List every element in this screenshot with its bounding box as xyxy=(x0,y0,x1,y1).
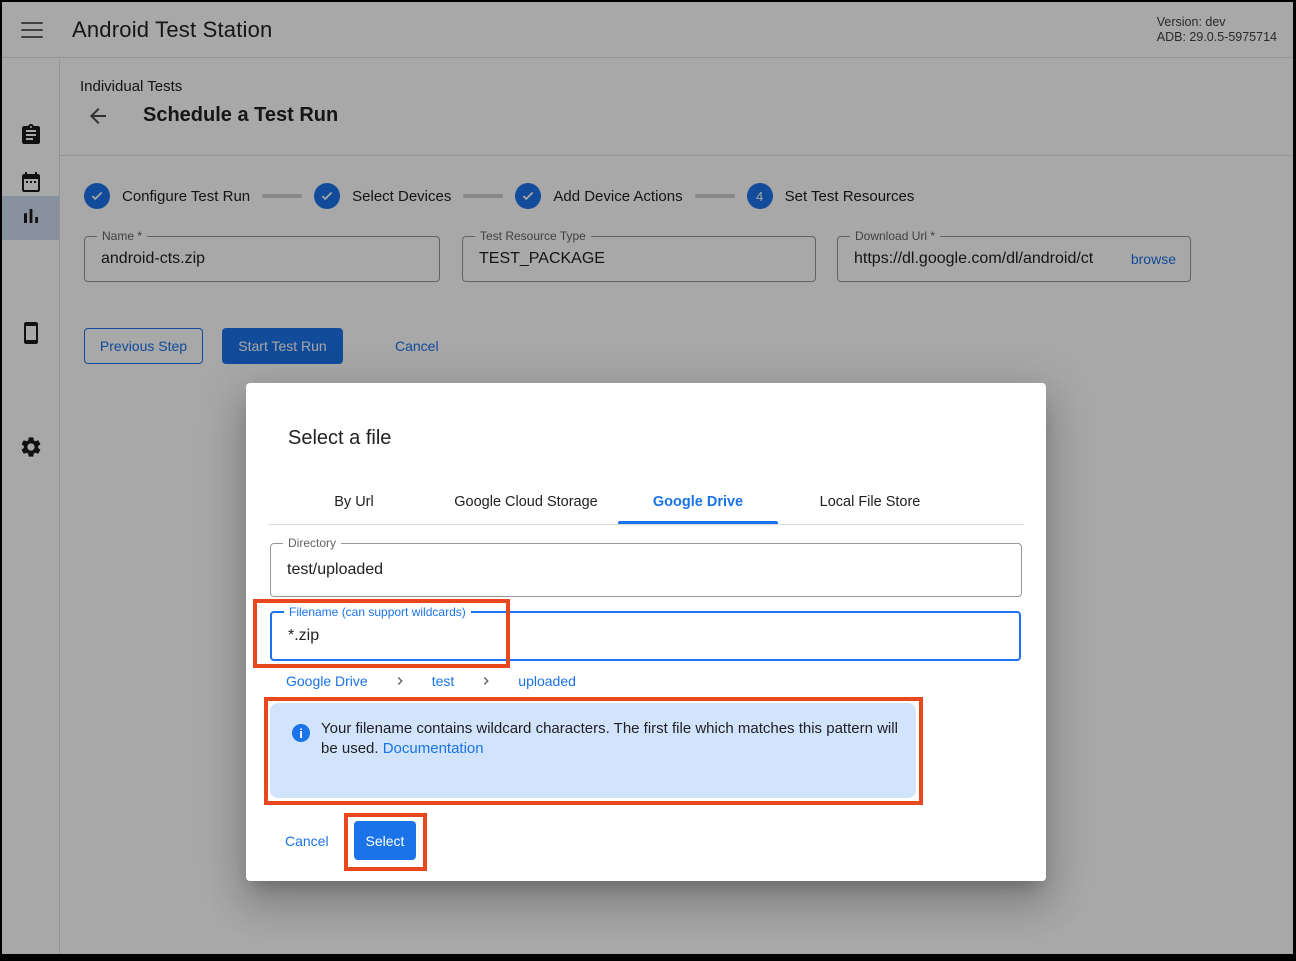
breadcrumb-uploaded[interactable]: uploaded xyxy=(518,673,576,689)
select-file-dialog: Select a file By Url Google Cloud Storag… xyxy=(246,383,1046,881)
drive-breadcrumb: Google Drive test uploaded xyxy=(286,671,576,691)
filename-field[interactable]: Filename (can support wildcards) *.zip xyxy=(270,611,1021,661)
breadcrumb-google-drive[interactable]: Google Drive xyxy=(286,673,368,689)
info-message: Your filename contains wildcard characte… xyxy=(321,719,901,758)
dialog-title: Select a file xyxy=(288,427,391,450)
filename-field-value: *.zip xyxy=(288,627,319,645)
browser-viewport: Android Test Station Version: dev ADB: 2… xyxy=(2,2,1293,954)
dialog-select-button[interactable]: Select xyxy=(354,821,416,860)
tab-google-cloud-storage[interactable]: Google Cloud Storage xyxy=(440,479,612,524)
tab-label: Google Drive xyxy=(653,494,743,510)
chevron-right-icon xyxy=(479,674,493,688)
tab-by-url[interactable]: By Url xyxy=(268,479,440,524)
info-icon xyxy=(292,724,310,742)
documentation-link[interactable]: Documentation xyxy=(383,740,484,757)
tab-local-file-store[interactable]: Local File Store xyxy=(784,479,956,524)
directory-field[interactable]: Directory test/uploaded xyxy=(270,543,1022,597)
filename-field-label: Filename (can support wildcards) xyxy=(284,606,471,619)
dialog-tabs: By Url Google Cloud Storage Google Drive… xyxy=(268,479,1024,525)
directory-field-value: test/uploaded xyxy=(287,561,383,579)
active-tab-underline xyxy=(618,521,778,524)
directory-field-label: Directory xyxy=(283,537,341,550)
wildcard-info-banner: Your filename contains wildcard characte… xyxy=(270,703,916,798)
chevron-right-icon xyxy=(393,674,407,688)
dialog-cancel-button[interactable]: Cancel xyxy=(285,827,329,855)
tab-google-drive[interactable]: Google Drive xyxy=(612,479,784,524)
breadcrumb-test[interactable]: test xyxy=(432,673,455,689)
